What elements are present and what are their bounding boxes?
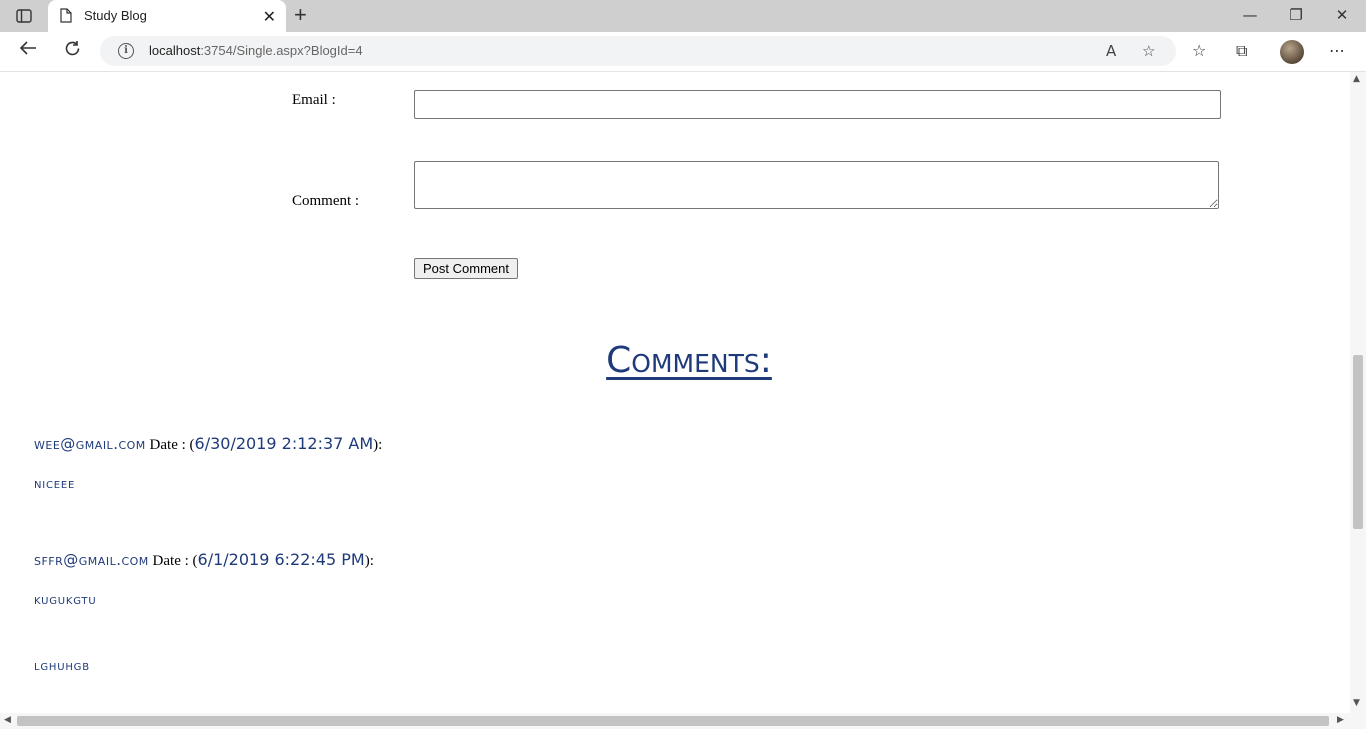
url-text[interactable]: localhost:3754/Single.aspx?BlogId=4 [149, 43, 363, 58]
scroll-up-icon[interactable]: ▲ [1353, 74, 1360, 84]
date-suffix: ): [364, 553, 374, 569]
comment-text: kugukgtu [34, 592, 97, 608]
back-icon[interactable] [16, 40, 40, 62]
comment-text: lghuhgb [34, 658, 90, 674]
profile-avatar[interactable] [1280, 40, 1304, 64]
email-label: Email : [292, 92, 336, 108]
comment-text: niceee [34, 476, 76, 492]
scroll-down-icon[interactable]: ▼ [1353, 698, 1360, 708]
add-favorite-icon[interactable]: ☆ [1142, 42, 1155, 60]
page-icon [60, 8, 72, 28]
favorites-icon[interactable]: ☆ [1192, 41, 1206, 60]
address-bar[interactable]: i localhost:3754/Single.aspx?BlogId=4 A … [100, 36, 1176, 66]
close-tab-icon[interactable]: ✕ [263, 7, 276, 27]
page-viewport: Email : Comment : Post Comment Comments:… [0, 72, 1350, 713]
more-icon[interactable]: ⋯ [1329, 41, 1345, 60]
browser-toolbar: i localhost:3754/Single.aspx?BlogId=4 A … [0, 32, 1366, 72]
read-aloud-icon[interactable]: A [1106, 42, 1116, 60]
email-field[interactable] [414, 90, 1221, 119]
comment-header: wee@gmail.com Date : (6/30/2019 2:12:37 … [34, 434, 382, 454]
minimize-button[interactable]: — [1238, 6, 1262, 26]
tab-actions-icon[interactable] [10, 6, 38, 26]
collections-icon[interactable]: ⧉ [1236, 41, 1247, 61]
new-tab-button[interactable]: + [294, 4, 307, 26]
comment-email: wee@gmail.com [34, 435, 146, 453]
tab-strip: Study Blog ✕ + — ❐ ✕ [0, 0, 1366, 32]
comment-field[interactable] [414, 161, 1219, 209]
scroll-left-icon[interactable]: ◀ [4, 715, 11, 725]
comment-date: 6/30/2019 2:12:37 AM [194, 434, 374, 453]
vertical-scrollbar[interactable]: ▲ ▼ [1350, 72, 1366, 713]
comment-label: Comment : [292, 193, 360, 209]
date-prefix: Date : ( [152, 553, 198, 569]
comment-email: sffr@gmail.com [34, 551, 149, 569]
scroll-right-icon[interactable]: ▶ [1337, 715, 1344, 725]
horizontal-scrollbar[interactable]: ◀ ▶ [0, 713, 1350, 729]
vertical-scroll-thumb[interactable] [1353, 355, 1363, 529]
tab-study-blog[interactable]: Study Blog ✕ [48, 0, 286, 32]
reload-icon[interactable] [60, 40, 84, 62]
tab-title: Study Blog [84, 8, 147, 23]
restore-button[interactable]: ❐ [1284, 6, 1308, 26]
post-comment-button[interactable]: Post Comment [414, 258, 518, 279]
horizontal-scroll-thumb[interactable] [17, 716, 1329, 726]
date-suffix: ): [373, 437, 383, 453]
comments-heading: Comments: [606, 340, 772, 381]
comment-date: 6/1/2019 6:22:45 PM [197, 550, 365, 569]
info-icon[interactable]: i [118, 43, 134, 59]
comment-header: sffr@gmail.com Date : (6/1/2019 6:22:45 … [34, 550, 374, 570]
scrollbar-corner [1350, 713, 1366, 729]
date-prefix: Date : ( [149, 437, 195, 453]
close-window-button[interactable]: ✕ [1330, 6, 1354, 26]
